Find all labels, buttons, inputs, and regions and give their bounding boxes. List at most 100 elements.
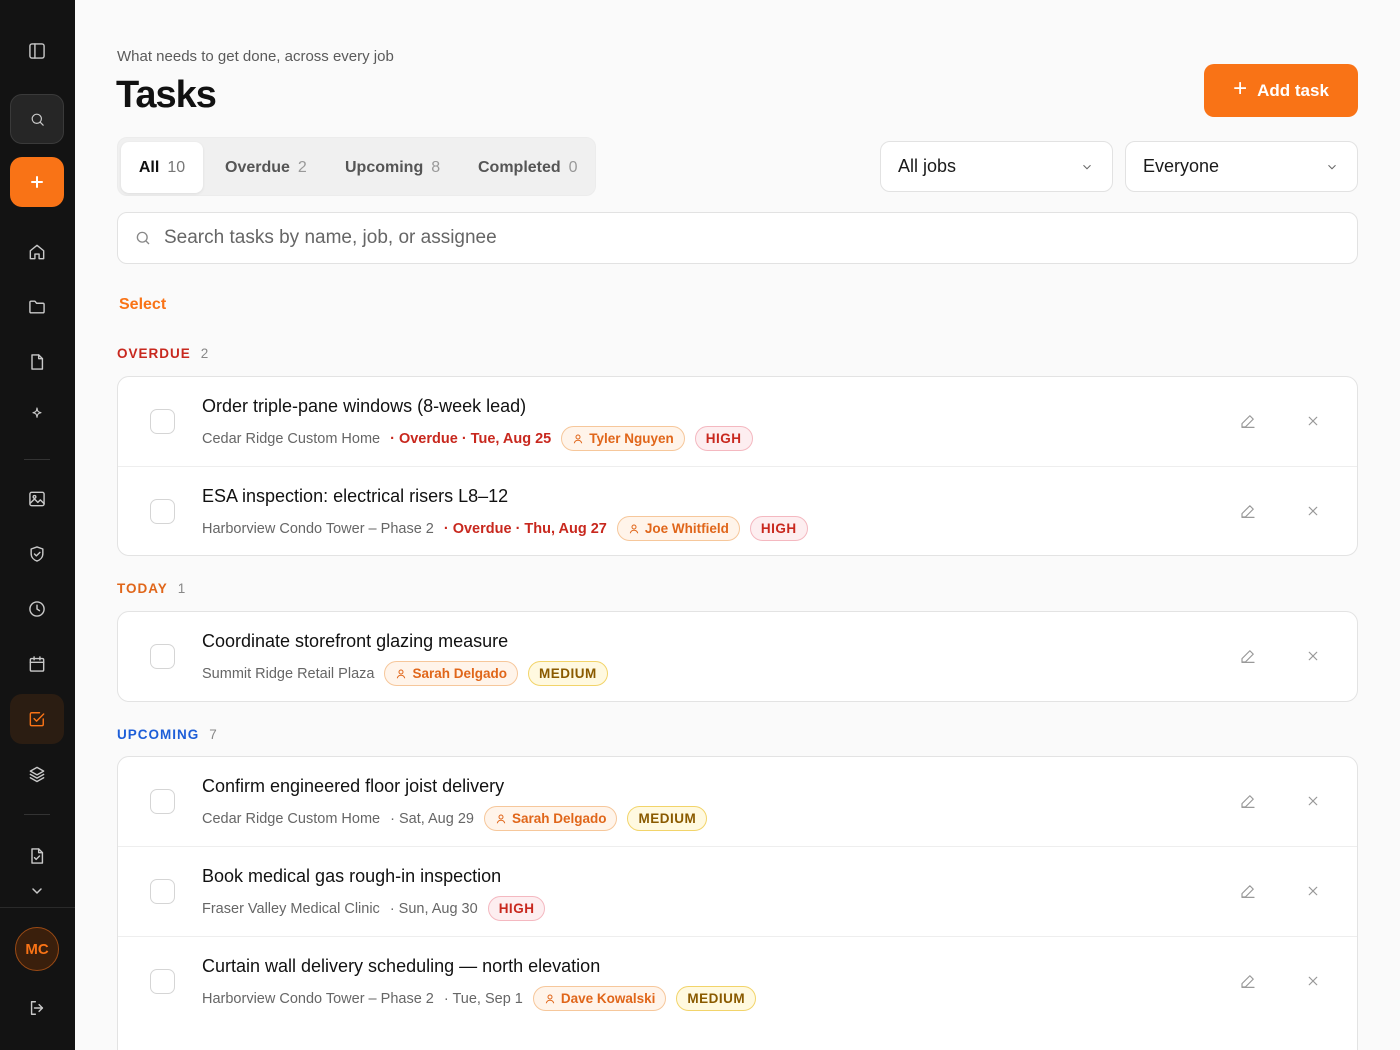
task-checkbox[interactable] bbox=[150, 789, 175, 814]
tab-label: Completed bbox=[478, 158, 561, 176]
close-icon[interactable] bbox=[1304, 882, 1324, 902]
task-job: Harborview Condo Tower – Phase 2 bbox=[202, 990, 434, 1007]
task-row[interactable]: Book medical gas rough-in inspection Fra… bbox=[118, 847, 1357, 937]
task-meta: Summit Ridge Retail Plaza Sarah Delgado … bbox=[202, 661, 608, 686]
section-count: 2 bbox=[200, 346, 209, 361]
calendar-icon[interactable] bbox=[10, 639, 64, 689]
tab-overdue[interactable]: Overdue 2 bbox=[225, 142, 307, 193]
task-group-today: Coordinate storefront glazing measure Su… bbox=[117, 611, 1358, 702]
task-meta: Harborview Condo Tower – Phase 2 · Tue, … bbox=[202, 986, 757, 1011]
section-count: 1 bbox=[177, 581, 186, 596]
task-job: Cedar Ridge Custom Home bbox=[202, 810, 381, 827]
search-icon bbox=[136, 231, 150, 245]
task-row[interactable]: Curtain wall delivery scheduling — north… bbox=[118, 937, 1357, 1027]
jobs-select[interactable]: All jobs bbox=[880, 141, 1113, 192]
assignee-name: Tyler Nguyen bbox=[589, 431, 674, 446]
user-icon bbox=[496, 814, 506, 823]
task-row[interactable]: Confirm engineered floor joist delivery … bbox=[118, 757, 1357, 847]
avatar[interactable]: MC bbox=[15, 927, 59, 971]
home-icon[interactable] bbox=[10, 227, 64, 277]
section-header-overdue: OVERDUE 2 bbox=[117, 346, 208, 361]
search-box bbox=[117, 212, 1358, 264]
search-icon[interactable] bbox=[10, 94, 64, 144]
sparkle-icon[interactable] bbox=[10, 389, 64, 439]
tab-count: 2 bbox=[297, 158, 307, 176]
chevron-down-icon[interactable] bbox=[10, 866, 64, 916]
task-checkbox[interactable] bbox=[150, 969, 175, 994]
task-title: Coordinate storefront glazing measure bbox=[202, 631, 509, 651]
edit-icon[interactable] bbox=[1239, 972, 1259, 992]
sidebar: MC bbox=[0, 0, 75, 1050]
tab-label: Overdue bbox=[225, 158, 290, 176]
tab-completed[interactable]: Completed 0 bbox=[478, 142, 578, 193]
close-icon[interactable] bbox=[1304, 792, 1324, 812]
task-group-upcoming: Confirm engineered floor joist delivery … bbox=[117, 756, 1358, 1050]
shield-check-icon[interactable] bbox=[10, 529, 64, 579]
clock-icon[interactable] bbox=[10, 584, 64, 634]
assignee-name: Joe Whitfield bbox=[644, 521, 729, 536]
close-icon[interactable] bbox=[1304, 412, 1324, 432]
filter-tabs: All 10 Overdue 2 Upcoming 8 Completed 0 bbox=[117, 137, 596, 196]
assignee-select-value: Everyone bbox=[1143, 156, 1220, 176]
page-subtitle: What needs to get done, across every job bbox=[117, 48, 394, 65]
page-title: Tasks bbox=[116, 74, 217, 116]
task-checkbox[interactable] bbox=[150, 644, 175, 669]
task-due: · Overdue · Tue, Aug 25 bbox=[390, 430, 552, 447]
image-icon[interactable] bbox=[10, 474, 64, 524]
add-task-button[interactable]: + Add task bbox=[1204, 64, 1358, 117]
task-row[interactable]: Coordinate storefront glazing measure Su… bbox=[118, 612, 1357, 701]
task-row[interactable]: ESA inspection: electrical risers L8–12 … bbox=[118, 467, 1357, 555]
close-icon[interactable] bbox=[1304, 972, 1324, 992]
tab-upcoming[interactable]: Upcoming 8 bbox=[345, 142, 440, 193]
tab-count: 10 bbox=[167, 158, 186, 176]
edit-icon[interactable] bbox=[1239, 502, 1259, 522]
edit-icon[interactable] bbox=[1239, 412, 1259, 432]
add-task-label: Add task bbox=[1257, 80, 1329, 100]
section-label: UPCOMING bbox=[117, 727, 200, 742]
task-title: Curtain wall delivery scheduling — north… bbox=[202, 956, 601, 976]
task-title: Confirm engineered floor joist delivery bbox=[202, 776, 505, 796]
edit-icon[interactable] bbox=[1239, 647, 1259, 667]
sidebar-divider bbox=[24, 459, 50, 460]
user-icon bbox=[545, 994, 555, 1003]
checkbox-icon[interactable] bbox=[10, 694, 64, 744]
edit-icon[interactable] bbox=[1239, 792, 1259, 812]
task-checkbox[interactable] bbox=[150, 499, 175, 524]
tab-all[interactable]: All 10 bbox=[121, 142, 203, 193]
assignee-badge[interactable]: Sarah Delgado bbox=[384, 661, 518, 686]
user-icon bbox=[397, 669, 406, 678]
chevron-down-icon bbox=[1083, 164, 1091, 169]
chevron-down-icon bbox=[1328, 164, 1336, 169]
assignee-badge[interactable]: Dave Kowalski bbox=[532, 986, 667, 1011]
section-count: 7 bbox=[209, 727, 217, 742]
sidebar-toggle-icon[interactable] bbox=[10, 26, 64, 76]
priority-badge: MEDIUM bbox=[676, 986, 757, 1011]
document-icon[interactable] bbox=[10, 337, 64, 387]
task-checkbox[interactable] bbox=[150, 879, 175, 904]
assignee-name: Sarah Delgado bbox=[511, 811, 607, 826]
folder-icon[interactable] bbox=[10, 282, 64, 332]
task-row[interactable]: Order triple-pane windows (8-week lead) … bbox=[118, 377, 1357, 467]
close-icon[interactable] bbox=[1304, 502, 1324, 522]
search-input[interactable] bbox=[164, 227, 1314, 249]
logout-icon[interactable] bbox=[10, 983, 64, 1033]
assignee-badge[interactable]: Sarah Delgado bbox=[483, 806, 618, 831]
assignee-select[interactable]: Everyone bbox=[1125, 141, 1358, 192]
select-button[interactable]: Select bbox=[119, 296, 166, 314]
task-due: · Sat, Aug 29 bbox=[390, 810, 474, 827]
assignee-badge[interactable]: Joe Whitfield bbox=[616, 516, 740, 541]
plus-icon: + bbox=[1233, 75, 1248, 102]
task-checkbox[interactable] bbox=[150, 409, 175, 434]
user-icon bbox=[629, 524, 639, 533]
task-job: Fraser Valley Medical Clinic bbox=[202, 900, 380, 917]
close-icon[interactable] bbox=[1304, 647, 1324, 667]
tab-count: 0 bbox=[568, 158, 578, 176]
plus-icon[interactable] bbox=[10, 157, 64, 207]
edit-icon[interactable] bbox=[1239, 882, 1259, 902]
task-meta: Fraser Valley Medical Clinic · Sun, Aug … bbox=[202, 896, 546, 921]
tab-count: 8 bbox=[431, 158, 441, 176]
task-due: · Overdue · Thu, Aug 27 bbox=[443, 520, 607, 537]
assignee-badge[interactable]: Tyler Nguyen bbox=[561, 426, 685, 451]
layers-icon[interactable] bbox=[10, 749, 64, 799]
priority-badge: MEDIUM bbox=[528, 661, 608, 686]
